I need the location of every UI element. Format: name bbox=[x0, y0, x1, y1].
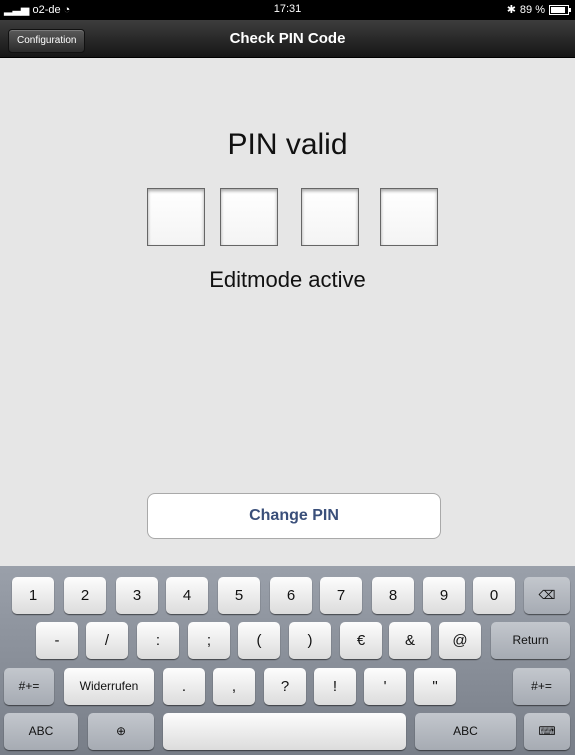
main-content: PIN valid Editmode active Change PIN bbox=[0, 58, 575, 566]
more-symbols-key[interactable]: #+= bbox=[4, 668, 54, 705]
backspace-key[interactable]: ⌫ bbox=[524, 577, 570, 614]
keyboard-hide-icon: ⌨ bbox=[538, 724, 556, 738]
key-3[interactable]: 3 bbox=[116, 577, 158, 614]
key-question[interactable]: ? bbox=[264, 668, 306, 705]
key-minus[interactable]: - bbox=[36, 622, 78, 659]
pin-digit-field[interactable] bbox=[220, 188, 278, 246]
globe-icon: ⊕ bbox=[115, 724, 127, 738]
battery-percent: 89 % bbox=[519, 3, 545, 16]
key-period[interactable]: . bbox=[163, 668, 205, 705]
key-8[interactable]: 8 bbox=[372, 577, 414, 614]
pin-digit-field[interactable] bbox=[380, 188, 438, 246]
key-0[interactable]: 0 bbox=[473, 577, 515, 614]
pin-status-label: PIN valid bbox=[227, 128, 348, 161]
pin-digit-field[interactable] bbox=[301, 188, 359, 246]
backspace-icon: ⌫ bbox=[538, 588, 556, 602]
battery-icon bbox=[549, 4, 571, 15]
on-screen-keyboard: 1 2 3 4 5 6 7 8 9 0 ⌫ - / : ; ( ) € & @ … bbox=[0, 566, 575, 755]
key-4[interactable]: 4 bbox=[166, 577, 208, 614]
key-ampersand[interactable]: & bbox=[389, 622, 431, 659]
globe-key[interactable]: ⊕ bbox=[88, 713, 154, 750]
change-pin-button[interactable]: Change PIN bbox=[147, 493, 441, 539]
key-7[interactable]: 7 bbox=[320, 577, 362, 614]
key-6[interactable]: 6 bbox=[270, 577, 312, 614]
space-key[interactable] bbox=[163, 713, 406, 750]
hide-keyboard-key[interactable]: ⌨ bbox=[524, 713, 570, 750]
key-colon[interactable]: : bbox=[137, 622, 179, 659]
undo-key[interactable]: Widerrufen bbox=[64, 668, 154, 705]
key-1[interactable]: 1 bbox=[12, 577, 54, 614]
more-symbols-key[interactable]: #+= bbox=[513, 668, 570, 705]
bluetooth-icon: ✱ bbox=[506, 4, 516, 16]
pin-digit-field[interactable] bbox=[147, 188, 205, 246]
abc-key[interactable]: ABC bbox=[415, 713, 516, 750]
clock: 17:31 bbox=[273, 3, 302, 15]
key-apostrophe[interactable]: ' bbox=[364, 668, 406, 705]
key-9[interactable]: 9 bbox=[423, 577, 465, 614]
key-quote[interactable]: " bbox=[414, 668, 456, 705]
abc-key[interactable]: ABC bbox=[4, 713, 78, 750]
key-5[interactable]: 5 bbox=[218, 577, 260, 614]
key-semicolon[interactable]: ; bbox=[188, 622, 230, 659]
page-title: Check PIN Code bbox=[229, 30, 346, 47]
key-slash[interactable]: / bbox=[86, 622, 128, 659]
return-key[interactable]: Return bbox=[491, 622, 570, 659]
navigation-bar: Configuration Check PIN Code bbox=[0, 20, 575, 58]
key-euro[interactable]: € bbox=[340, 622, 382, 659]
key-2[interactable]: 2 bbox=[64, 577, 106, 614]
key-comma[interactable]: , bbox=[213, 668, 255, 705]
key-open-paren[interactable]: ( bbox=[238, 622, 280, 659]
key-exclamation[interactable]: ! bbox=[314, 668, 356, 705]
status-bar: ▂▃▅ o2-de ◔ 17:31 ✱ 89 % bbox=[0, 0, 575, 20]
edit-mode-label: Editmode active bbox=[209, 267, 366, 292]
key-at[interactable]: @ bbox=[439, 622, 481, 659]
key-close-paren[interactable]: ) bbox=[289, 622, 331, 659]
